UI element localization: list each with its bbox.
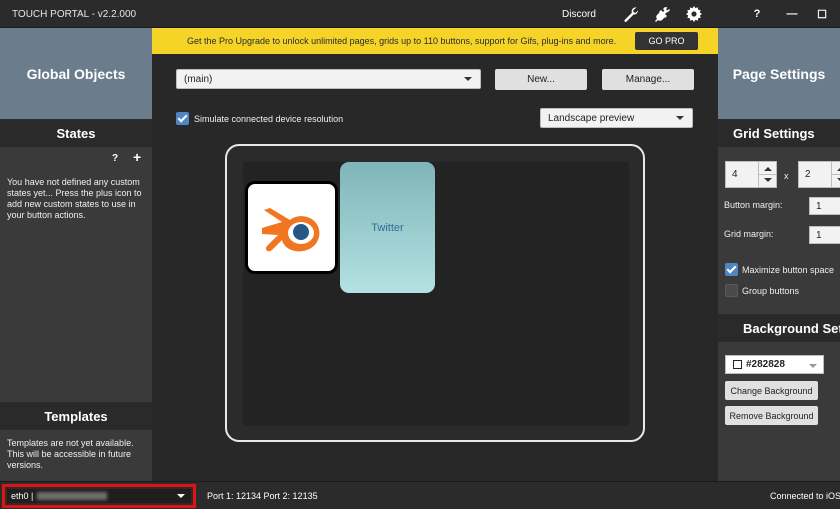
network-interface-value: eth0 | xyxy=(11,491,34,501)
button-margin-label: Button margin: xyxy=(724,200,783,210)
manage-pages-button[interactable]: Manage... xyxy=(602,69,694,90)
discord-link[interactable]: Discord xyxy=(562,9,596,20)
minimize-button[interactable]: — xyxy=(784,6,800,22)
states-header: States xyxy=(0,119,152,147)
maximize-button[interactable]: ☐ xyxy=(814,6,830,22)
grid-settings-header: Grid Settings xyxy=(718,119,840,147)
rows-value: 2 xyxy=(805,169,811,180)
background-settings-header: Background Settings xyxy=(718,314,840,342)
network-interface-select[interactable]: eth0 | xyxy=(7,489,191,503)
chevron-down-icon xyxy=(676,116,684,120)
connection-status: Connected to iOS xyxy=(770,491,840,501)
preview-select[interactable]: Landscape preview xyxy=(540,108,693,128)
page-select-value: (main) xyxy=(184,73,213,85)
chevron-down-icon[interactable] xyxy=(764,178,772,182)
device-screen: Twitter xyxy=(243,162,629,426)
wrench-icon[interactable] xyxy=(623,6,639,22)
title-bar: TOUCH PORTAL - v2.2.000 Discord ? — ☐ xyxy=(0,0,840,28)
columns-stepper[interactable]: 4 xyxy=(725,161,777,188)
ports-status: Port 1: 12134 Port 2: 12135 xyxy=(207,491,318,501)
chevron-down-icon xyxy=(464,77,472,81)
remove-background-button[interactable]: Remove Background xyxy=(725,406,818,425)
app-title: TOUCH PORTAL - v2.2.000 xyxy=(12,9,137,20)
redacted-ip xyxy=(37,492,108,500)
simulate-resolution-checkbox[interactable] xyxy=(176,112,189,125)
grid-x-label: x xyxy=(784,171,789,181)
background-color-value: #282828 xyxy=(746,359,785,370)
main-area: (main) New... Manage... Simulate connect… xyxy=(152,54,718,481)
maximize-button-space-label: Maximize button space xyxy=(742,265,835,275)
add-state-button[interactable]: + xyxy=(133,149,141,165)
button-margin-input[interactable]: 1 xyxy=(809,197,840,215)
go-pro-button[interactable]: GO PRO xyxy=(635,32,698,50)
network-interface-highlight: eth0 | xyxy=(2,484,196,508)
chevron-down-icon xyxy=(177,494,185,498)
status-bar: eth0 | Port 1: 12134 Port 2: 12135 Conne… xyxy=(0,481,840,509)
group-buttons-label: Group buttons xyxy=(742,286,800,296)
page-settings-header: Page Settings xyxy=(718,28,840,119)
preview-select-value: Landscape preview xyxy=(548,112,635,124)
background-color-select[interactable]: #282828 xyxy=(725,355,824,374)
simulate-resolution-label: Simulate connected device resolution xyxy=(194,114,344,124)
chevron-down-icon xyxy=(809,364,817,368)
columns-value: 4 xyxy=(732,169,738,180)
maximize-button-space-checkbox[interactable] xyxy=(725,263,738,276)
banner-text: Get the Pro Upgrade to unlock unlimited … xyxy=(187,36,617,46)
help-button[interactable]: ? xyxy=(749,6,765,22)
rows-stepper[interactable]: 2 xyxy=(798,161,840,188)
right-panel: Page Settings Grid Settings 4 x 2 Button… xyxy=(718,28,840,481)
new-page-button[interactable]: New... xyxy=(495,69,587,90)
plug-icon[interactable] xyxy=(654,6,670,22)
blender-logo-icon xyxy=(262,208,320,252)
states-empty-text: You have not defined any custom states y… xyxy=(7,177,142,220)
device-preview: Twitter xyxy=(225,144,645,442)
page-select[interactable]: (main) xyxy=(176,69,481,89)
templates-text: Templates are not yet available. This wi… xyxy=(7,438,134,470)
states-toolbar: ? + xyxy=(0,147,152,167)
templates-header: Templates xyxy=(0,402,152,430)
pro-banner: Get the Pro Upgrade to unlock unlimited … xyxy=(152,28,718,54)
global-objects-header: Global Objects xyxy=(0,28,152,119)
group-buttons-checkbox[interactable] xyxy=(725,284,738,297)
grid-margin-label: Grid margin: xyxy=(724,229,774,239)
chevron-up-icon[interactable] xyxy=(764,167,772,171)
grid-margin-input[interactable]: 1 xyxy=(809,226,840,244)
color-swatch xyxy=(733,360,742,369)
twitter-button[interactable]: Twitter xyxy=(340,162,435,293)
gear-icon[interactable] xyxy=(686,6,702,22)
states-help-button[interactable]: ? xyxy=(112,153,118,164)
blender-button[interactable] xyxy=(245,181,338,274)
change-background-button[interactable]: Change Background xyxy=(725,381,818,400)
